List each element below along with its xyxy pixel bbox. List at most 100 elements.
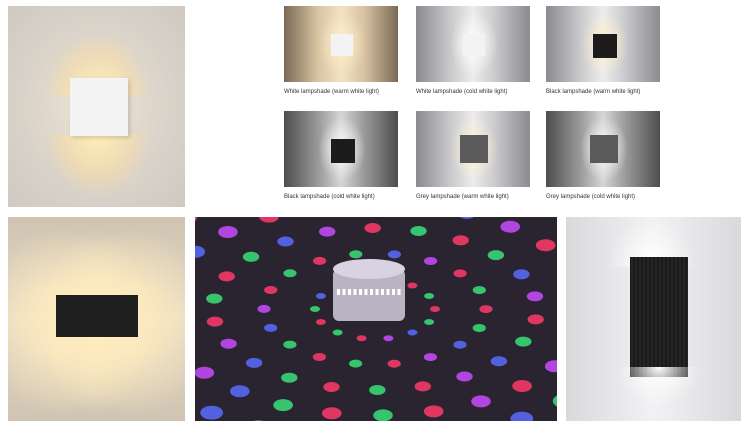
light-spot [312, 353, 326, 361]
light-spot [218, 271, 235, 282]
light-spot [456, 371, 473, 382]
light-spot [218, 226, 238, 238]
led-slot [359, 289, 362, 295]
photo-white-cube-warm [8, 6, 185, 207]
light-beam-down [48, 134, 148, 194]
product-thumbnail [284, 111, 398, 187]
product-caption: Black lampshade (warm white light) [546, 89, 641, 95]
led-slot [375, 289, 379, 295]
light-spot [387, 250, 401, 259]
product-caption: Black lampshade (cold white light) [284, 194, 375, 200]
light-spot [472, 286, 486, 295]
light-spot [430, 306, 440, 312]
light-spot [423, 405, 444, 418]
led-slot [348, 289, 351, 295]
light-spot [273, 399, 293, 412]
light-spot [424, 293, 435, 299]
light-spot [383, 335, 394, 342]
led-slot [364, 289, 368, 295]
light-spot [526, 291, 544, 302]
light-spot [315, 293, 326, 299]
fixture-top [333, 259, 405, 279]
light-spot [283, 340, 297, 349]
product-white-warm[interactable]: White lampshade (warm white light) [284, 6, 398, 96]
light-spot [512, 380, 532, 392]
black-lampshade [593, 34, 617, 58]
product-caption: Grey lampshade (cold white light) [546, 194, 636, 200]
light-spot [315, 319, 326, 325]
light-spot [479, 305, 493, 314]
product-black-cold[interactable]: Black lampshade (cold white light) [284, 111, 398, 201]
product-thumbnail [546, 6, 660, 82]
product-black-warm[interactable]: Black lampshade (warm white light) [546, 6, 660, 96]
light-spot [407, 329, 418, 336]
light-spot [423, 353, 437, 362]
product-thumbnail [284, 6, 398, 82]
led-slot [392, 289, 395, 295]
product-grey-warm[interactable]: Grey lampshade (warm white light) [416, 111, 530, 201]
led-slot [386, 289, 390, 295]
black-textured-fixture [630, 257, 688, 377]
product-thumbnail [416, 111, 530, 187]
led-slot [397, 289, 401, 295]
light-spot [490, 356, 508, 367]
light-spot [230, 385, 250, 398]
light-spot [283, 269, 297, 278]
light-spot [242, 251, 260, 262]
light-spot [277, 236, 294, 247]
photo-black-textured-fixture [566, 217, 741, 421]
light-spot [349, 359, 363, 368]
spiral-light-pattern [195, 217, 557, 421]
light-spot [349, 250, 363, 259]
light-spot [264, 323, 278, 332]
light-spot [310, 306, 320, 312]
light-spot [206, 316, 224, 327]
product-caption: White lampshade (cold white light) [416, 89, 508, 95]
light-spot [257, 304, 271, 313]
light-spot [323, 382, 340, 392]
grey-lampshade [590, 135, 618, 163]
light-spot [332, 329, 343, 336]
light-spot [322, 407, 342, 420]
light-spot [414, 381, 431, 392]
light-spot [313, 256, 327, 265]
light-spot [245, 357, 263, 368]
light-spot [453, 269, 467, 278]
light-spot [206, 293, 223, 304]
led-slot [370, 289, 373, 295]
light-spot [452, 235, 469, 246]
product-thumbnail [546, 111, 660, 187]
light-spot [407, 282, 418, 289]
light-spot [220, 338, 237, 349]
light-spot [424, 319, 435, 325]
led-slot [337, 289, 340, 295]
light-spot [471, 395, 491, 408]
light-spot [515, 336, 532, 347]
light-spot [369, 385, 386, 395]
light-spot [364, 223, 381, 233]
light-spot [356, 335, 367, 342]
white-lampshade [331, 34, 353, 56]
light-spot [200, 405, 224, 420]
black-wall-fixture [56, 295, 138, 337]
product-thumbnail [416, 6, 530, 82]
photo-black-triple-beam [8, 217, 185, 421]
light-spot [319, 226, 336, 237]
light-spot [453, 340, 467, 349]
white-lampshade [463, 34, 485, 56]
light-spot [281, 372, 298, 383]
light-spot [527, 314, 544, 325]
led-slot [381, 289, 384, 295]
black-lampshade [331, 139, 355, 163]
light-spot [513, 269, 530, 280]
product-caption: White lampshade (warm white light) [284, 89, 380, 95]
light-spot [535, 239, 556, 252]
light-spot [264, 286, 278, 294]
light-glow-bottom [616, 367, 702, 407]
product-caption: Grey lampshade (warm white light) [416, 194, 509, 200]
product-grey-cold[interactable]: Grey lampshade (cold white light) [546, 111, 660, 201]
light-spot [373, 409, 393, 421]
product-white-cold[interactable]: White lampshade (cold white light) [416, 6, 530, 96]
led-slot [353, 289, 357, 295]
white-cube-fixture [70, 78, 128, 136]
